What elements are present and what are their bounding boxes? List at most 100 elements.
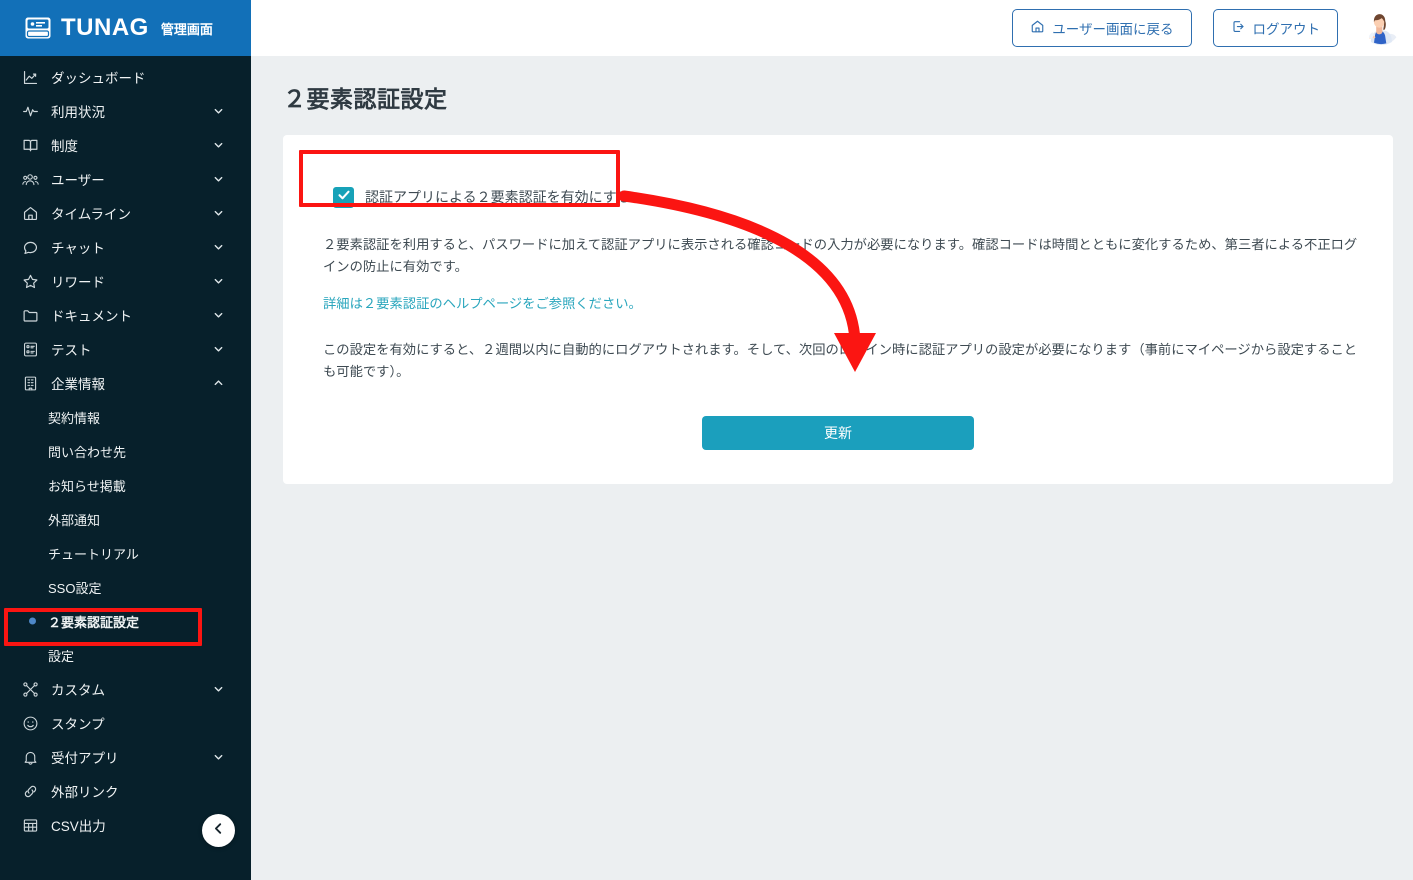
chevron-down-icon [213,174,224,185]
smiley-icon [21,714,39,732]
sidebar-subitem-contact[interactable]: 問い合わせ先 [0,434,251,468]
sidebar-item-label: タイムライン [51,207,132,222]
sidebar-item-documents[interactable]: ドキュメント [0,298,251,332]
chevron-down-icon [213,106,224,117]
sidebar-subitem-contract[interactable]: 契約情報 [0,400,251,434]
sidebar-item-label: 外部リンク [51,785,119,800]
star-icon [21,272,39,290]
sidebar-item-test[interactable]: テスト [0,332,251,366]
two-factor-checkbox[interactable] [333,186,354,208]
sidebar-item-label: スタンプ [51,717,105,732]
users-icon [21,170,39,188]
sidebar-subitem-label: 設定 [48,648,75,664]
sidebar-subitem-label: 契約情報 [48,410,101,426]
sidebar-subitem-label: お知らせ掲載 [48,478,126,494]
chevron-up-icon [213,378,224,389]
sidebar-subitem-announcement[interactable]: お知らせ掲載 [0,468,251,502]
update-button[interactable]: 更新 [702,416,974,451]
sidebar-item-dashboard[interactable]: ダッシュボード [0,60,251,94]
chevron-left-icon [212,822,225,840]
brand-name: TUNAG [61,14,149,41]
chevron-down-icon [213,276,224,287]
app-root: TUNAG 管理画面 ダッシュボード 利用状況 制度 ユーザー タイムライン チ… [0,0,1413,880]
chevron-down-icon [213,208,224,219]
sidebar-item-two-factor[interactable]: ２要素認証設定 [0,604,251,638]
back-to-user-screen-button[interactable]: ユーザー画面に戻る [1012,9,1192,47]
sidebar-item-custom[interactable]: カスタム [0,672,251,706]
sidebar-subitem-label: 問い合わせ先 [48,444,127,460]
sidebar-item-label: ダッシュボード [51,71,146,86]
description-paragraph-1: ２要素認証を利用すると、パスワードに加えて認証アプリに表示される確認コードの入力… [323,237,1358,274]
sidebar-collapse-button[interactable] [202,814,235,847]
brand-header: TUNAG 管理画面 [0,0,251,56]
sidebar-subitem-tutorial[interactable]: チュートリアル [0,536,251,570]
avatar[interactable] [1359,8,1399,48]
help-page-link[interactable]: 詳細は２要素認証のヘルプページをご参照ください。 [323,293,642,312]
sidebar-item-label: ユーザー [51,173,105,188]
sidebar-item-external-link[interactable]: 外部リンク [0,774,251,808]
two-factor-checkbox-label: 認証アプリによる２要素認証を有効にする [365,189,631,205]
table-icon [21,816,39,834]
building-icon [21,374,39,392]
content-area: ２要素認証設定 認証アプリによる２要素認証を有効にする ２要素認証を利用すると、… [251,56,1413,485]
main-area: ユーザー画面に戻る ログアウト ２要素認証設定 認証アプリによる２要素認証を有効… [251,0,1413,880]
chevron-down-icon [213,344,224,355]
sidebar-subitem-external-notification[interactable]: 外部通知 [0,502,251,536]
topbar: ユーザー画面に戻る ログアウト [251,0,1413,56]
link-icon [21,782,39,800]
sidebar-item-system[interactable]: 制度 [0,128,251,162]
scissors-icon [21,680,39,698]
settings-card: 認証アプリによる２要素認証を有効にする ２要素認証を利用すると、パスワードに加え… [283,135,1393,485]
chevron-down-icon [213,310,224,321]
sidebar-item-stamp[interactable]: スタンプ [0,706,251,740]
sidebar-nav: ダッシュボード 利用状況 制度 ユーザー タイムライン チャット リワード ドキ… [0,56,251,842]
logout-icon [1231,19,1246,37]
logout-button[interactable]: ログアウト [1212,9,1338,47]
tunag-card-icon [24,15,52,41]
sidebar-item-company-info[interactable]: 企業情報 [0,366,251,400]
sidebar-item-label: ドキュメント [51,309,132,324]
sidebar-item-label: 受付アプリ [51,751,119,766]
check-icon [337,188,351,207]
sidebar-subitem-label: チュートリアル [48,546,139,562]
sidebar-item-usage[interactable]: 利用状況 [0,94,251,128]
sidebar: TUNAG 管理画面 ダッシュボード 利用状況 制度 ユーザー タイムライン チ… [0,0,251,880]
description-paragraph-2: この設定を有効にすると、２週間以内に自動的にログアウトされます。そして、次回のロ… [323,342,1358,379]
sidebar-item-label: チャット [51,241,105,256]
sidebar-item-label: 制度 [51,139,78,154]
chevron-down-icon [213,140,224,151]
activity-icon [21,102,39,120]
sidebar-item-label: テスト [51,343,92,358]
sidebar-item-label: リワード [51,275,105,290]
page-title: ２要素認証設定 [283,86,448,112]
chevron-down-icon [213,684,224,695]
brand-subtitle: 管理画面 [160,21,213,37]
chevron-down-icon [213,242,224,253]
home-icon [21,204,39,222]
active-dot-icon [29,617,36,625]
sidebar-subitem-settings[interactable]: 設定 [0,638,251,672]
sidebar-subitem-label: 外部通知 [48,512,101,528]
back-to-user-screen-label: ユーザー画面に戻る [1052,22,1174,37]
home-icon [1030,19,1045,37]
sidebar-item-reward[interactable]: リワード [0,264,251,298]
sidebar-subitem-label: ２要素認証設定 [48,614,140,630]
chevron-down-icon [213,752,224,763]
sidebar-item-label: 企業情報 [51,377,105,392]
folder-icon [21,306,39,324]
book-icon [21,136,39,154]
sidebar-item-label: 利用状況 [51,105,105,120]
sidebar-item-timeline[interactable]: タイムライン [0,196,251,230]
sidebar-item-users[interactable]: ユーザー [0,162,251,196]
sidebar-subitem-label: SSO設定 [48,580,102,596]
logout-label: ログアウト [1252,22,1321,37]
two-factor-checkbox-row[interactable]: 認証アプリによる２要素認証を有効にする [333,182,631,212]
chart-line-icon [21,68,39,86]
sidebar-subitem-sso[interactable]: SSO設定 [0,570,251,604]
bell-icon [21,748,39,766]
chat-icon [21,238,39,256]
sidebar-item-chat[interactable]: チャット [0,230,251,264]
sidebar-item-reception-app[interactable]: 受付アプリ [0,740,251,774]
sidebar-item-label: CSV出力 [51,819,106,834]
clipboard-icon [21,340,39,358]
